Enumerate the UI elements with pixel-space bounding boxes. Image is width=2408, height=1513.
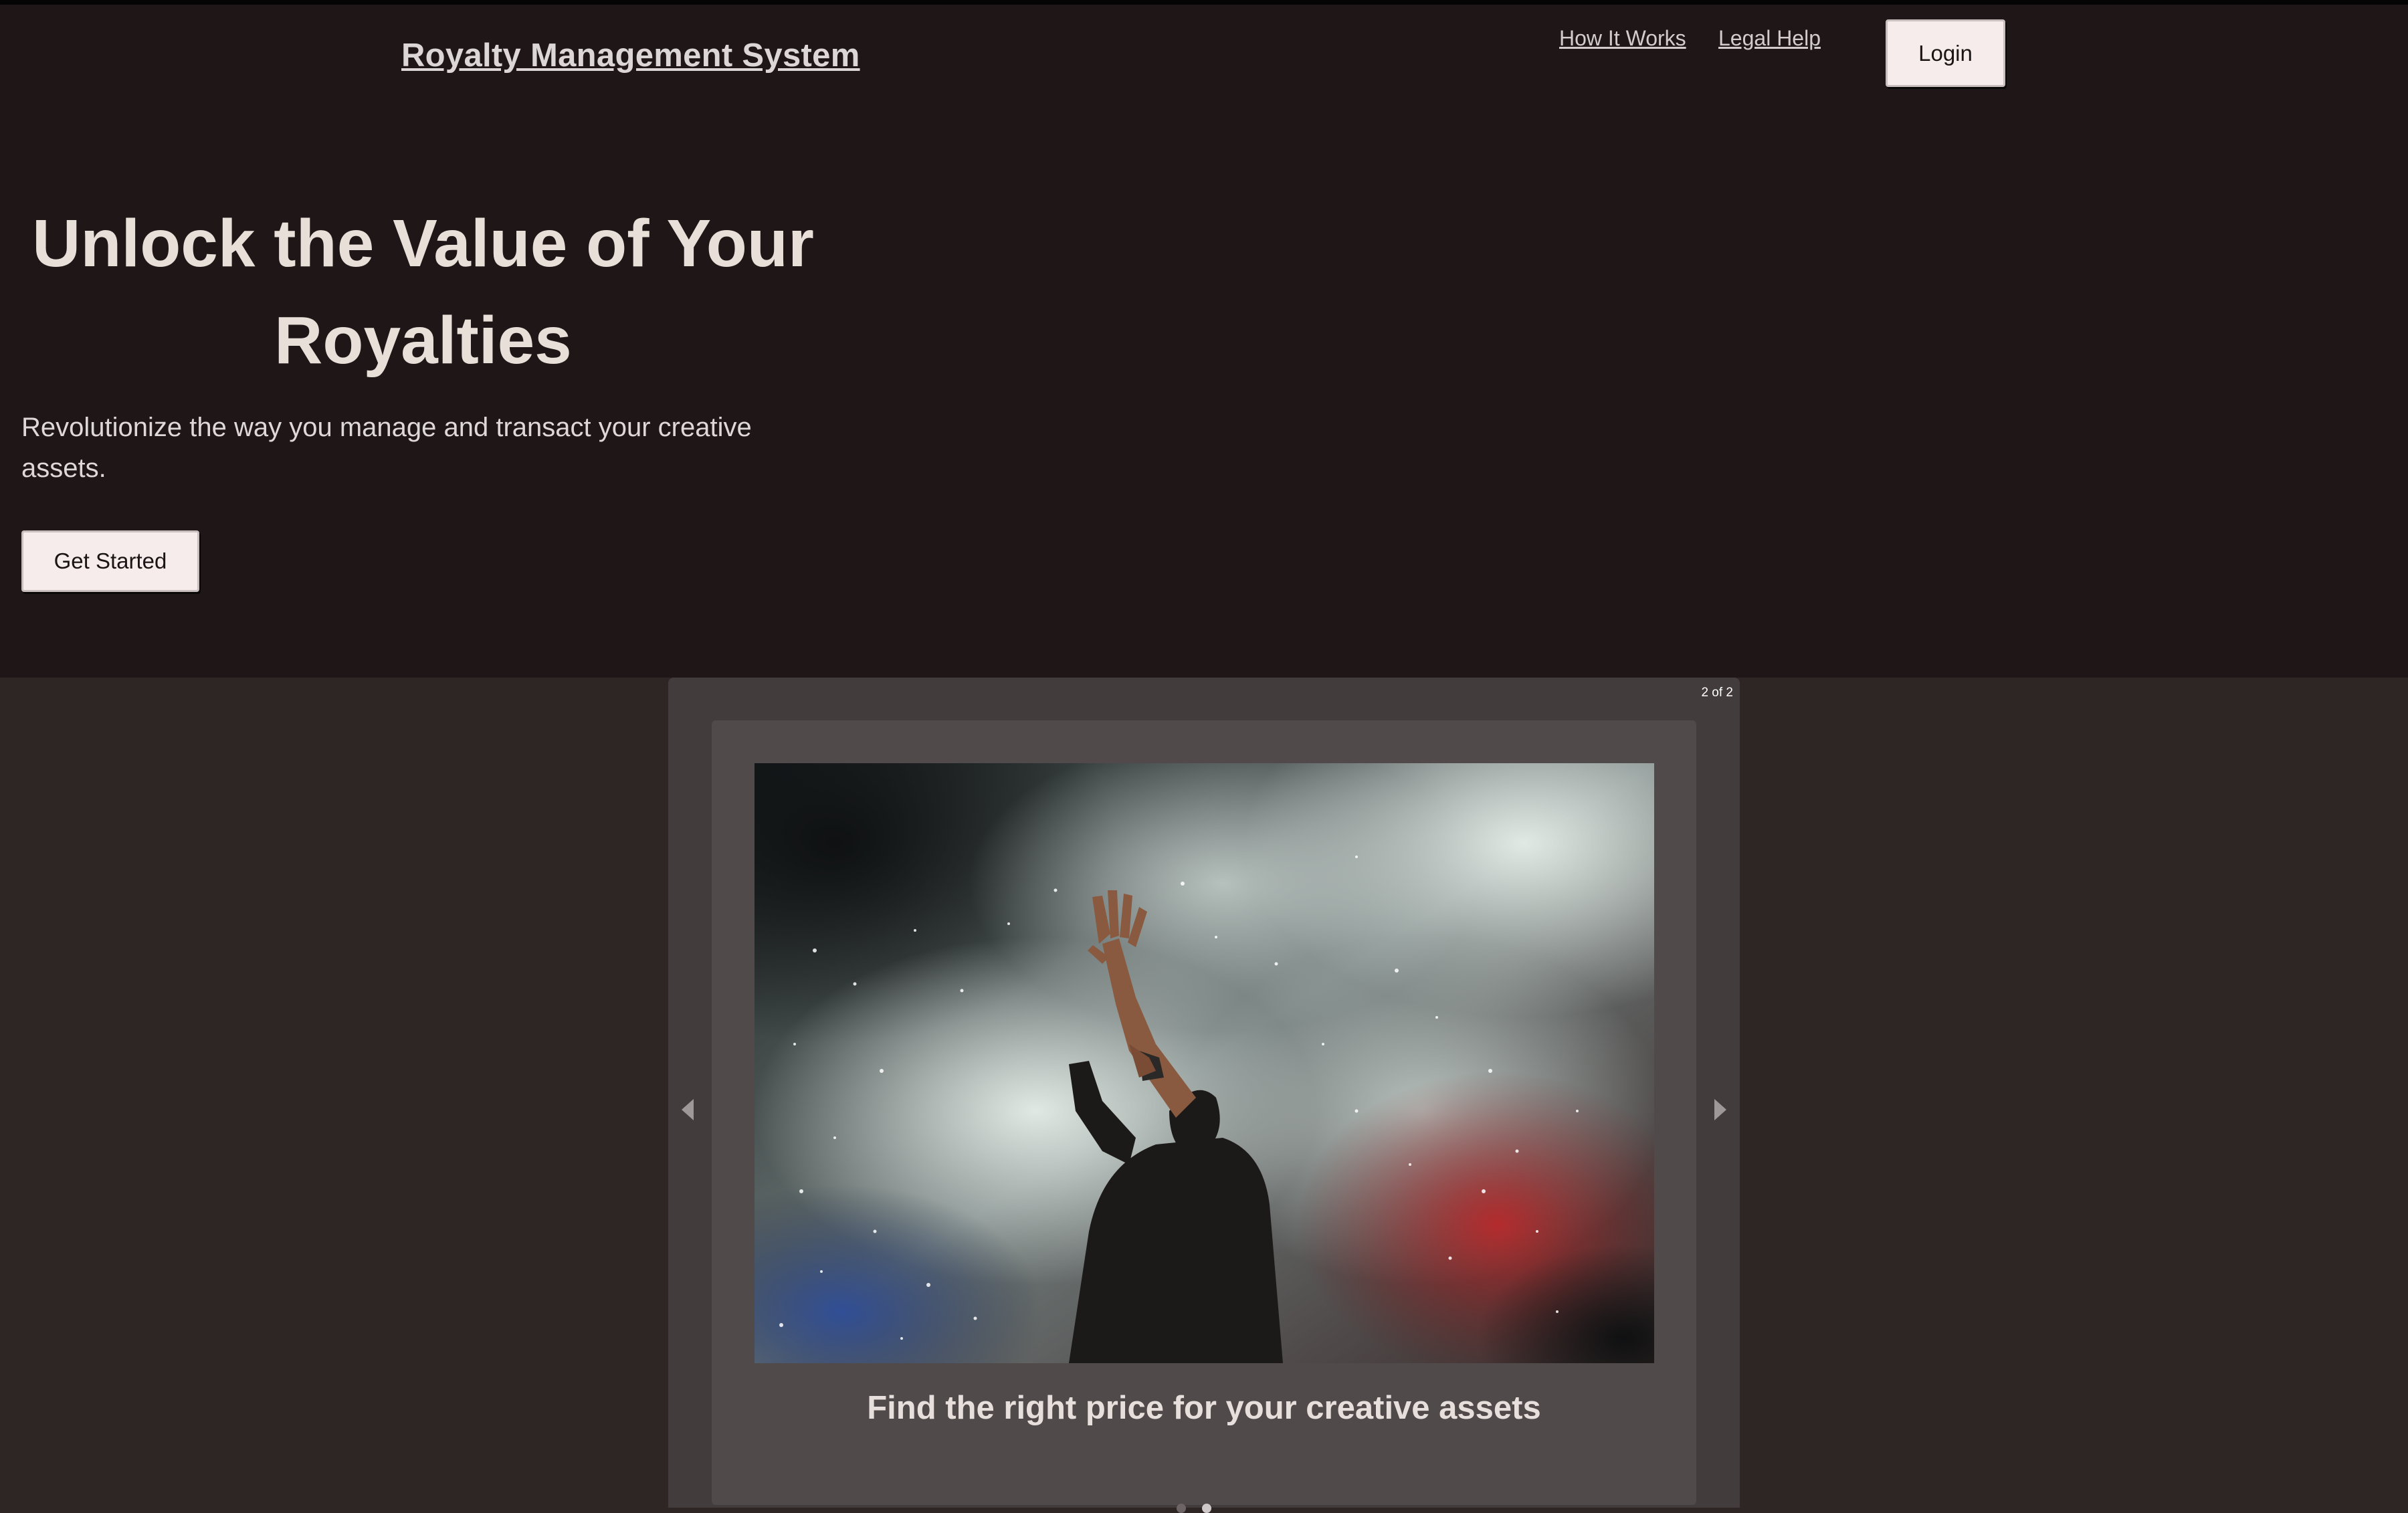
login-button[interactable]: Login [1886, 19, 2005, 87]
carousel-next-icon[interactable] [1714, 1099, 1726, 1120]
slide-counter: 2 of 2 [1701, 686, 1733, 700]
carousel-slide: Find the right price for your creative a… [712, 720, 1696, 1505]
carousel-dot-1[interactable] [1177, 1504, 1186, 1513]
top-border [0, 0, 2408, 5]
carousel-dot-2[interactable] [1202, 1504, 1211, 1513]
get-started-button[interactable]: Get Started [21, 530, 199, 592]
carousel-dots [1177, 1504, 1211, 1513]
nav-how-it-works[interactable]: How It Works [1559, 26, 1686, 51]
brand-link[interactable]: Royalty Management System [401, 37, 860, 74]
slide-caption: Find the right price for your creative a… [867, 1390, 1541, 1426]
concert-performer-image [755, 763, 1654, 1363]
hero-section: Royalty Management System How It Works L… [0, 5, 2408, 678]
hero-headline: Unlock the Value of Your Royalties [32, 206, 814, 378]
carousel-prev-icon[interactable] [682, 1099, 694, 1120]
image-carousel: 2 of 2 Find the right price for your cre… [668, 678, 1740, 1513]
nav-legal-help[interactable]: Legal Help [1718, 26, 1821, 51]
hero-subtitle: Revolutionize the way you manage and tra… [21, 413, 752, 483]
